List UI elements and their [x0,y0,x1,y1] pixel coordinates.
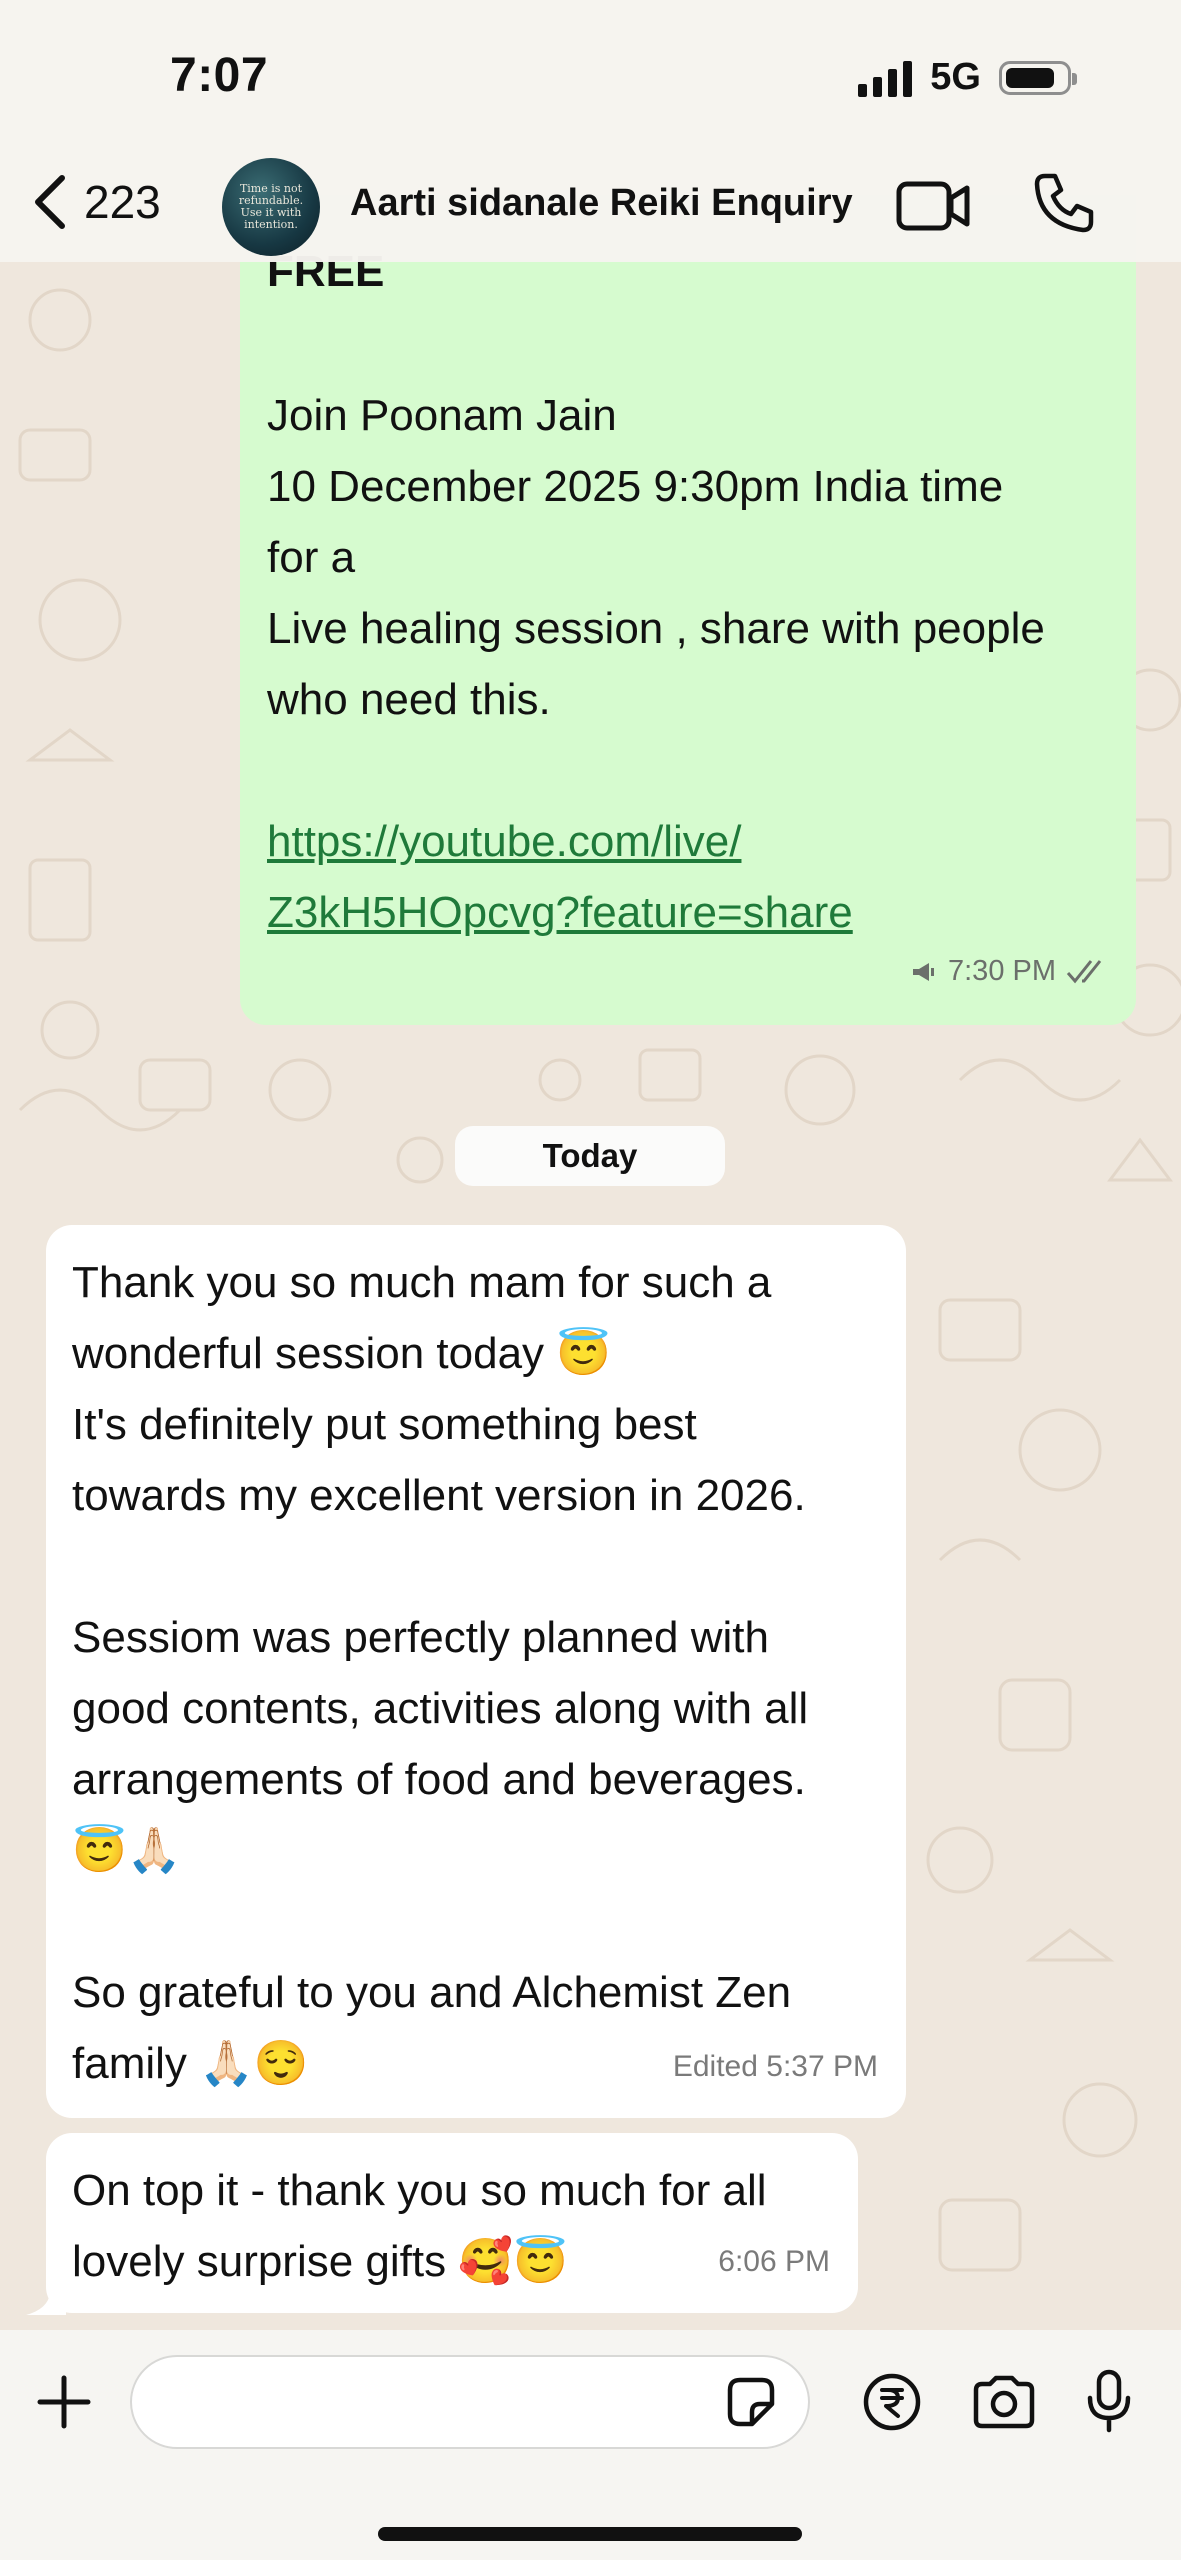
contact-name[interactable]: Aarti sidanale Reiki Enquiry [350,182,853,225]
status-time: 7:07 [170,49,269,102]
microphone-icon[interactable] [1084,2368,1134,2434]
message-line: 10 December 2025 9:30pm India time [267,462,1004,511]
composer-bar [0,2330,1181,2560]
sticker-icon[interactable] [722,2374,778,2430]
message-input[interactable] [130,2355,810,2449]
contact-avatar[interactable]: Time is not refundable. Use it with inte… [222,158,320,256]
edited-label: Edited [672,2050,758,2083]
message-line: who need this. [267,675,551,724]
chevron-left-icon [35,175,65,229]
incoming-message-bubble[interactable]: On top it - thank you so much for all lo… [46,2133,858,2313]
youtube-link[interactable]: https://youtube.com/live/ [267,806,1045,877]
chat-header: 7:07 5G 223 Time is not refundable. Use … [0,0,1181,262]
header-row: 223 Time is not refundable. Use it with … [0,150,1181,260]
message-time: 6:06 PM [718,2245,830,2278]
bubble-tail [26,2293,66,2315]
network-type: 5G [930,56,981,98]
message-paragraph: Sessiom was perfectly planned with good … [72,1613,809,1875]
plus-icon[interactable] [36,2374,92,2430]
message-line: Join Poonam Jain [267,391,617,440]
unread-count: 223 [84,176,161,228]
message-line: Live healing session , share with people [267,604,1045,653]
video-call-icon[interactable] [895,178,971,234]
message-line-blank [267,735,1045,806]
back-button[interactable]: 223 [30,172,161,232]
outgoing-message-body: Join Poonam Jain 10 December 2025 9:30pm… [267,380,1045,948]
home-indicator [378,2527,802,2541]
phone-call-icon[interactable] [1033,172,1095,234]
rupee-payment-icon[interactable] [862,2372,922,2432]
camera-icon[interactable] [970,2374,1038,2430]
chat-screen: FREE Join Poonam Jain 10 December 2025 9… [0,0,1181,2560]
date-divider: Today [455,1126,725,1186]
outgoing-message-bubble[interactable]: FREE Join Poonam Jain 10 December 2025 9… [240,195,1136,1025]
signal-icon [858,59,913,97]
incoming-message-bubble[interactable]: Thank you so much mam for such a wonderf… [46,1225,906,2118]
status-indicators: 5G [858,56,1077,99]
message-time: 5:37 PM [766,2050,878,2083]
message-time: 7:30 PM [948,955,1056,987]
battery-icon [999,60,1077,95]
message-line: for a [267,533,356,582]
message-paragraph: Thank you so much mam for such a wonderf… [72,1258,806,1520]
outgoing-message-meta: 7:30 PM [910,936,1110,1007]
chat-area[interactable]: FREE Join Poonam Jain 10 December 2025 9… [0,0,1181,2330]
incoming-message-meta: Edited 5:37 PM [673,2031,878,2102]
double-check-icon [1066,959,1102,983]
broadcast-megaphone-icon [913,962,934,981]
